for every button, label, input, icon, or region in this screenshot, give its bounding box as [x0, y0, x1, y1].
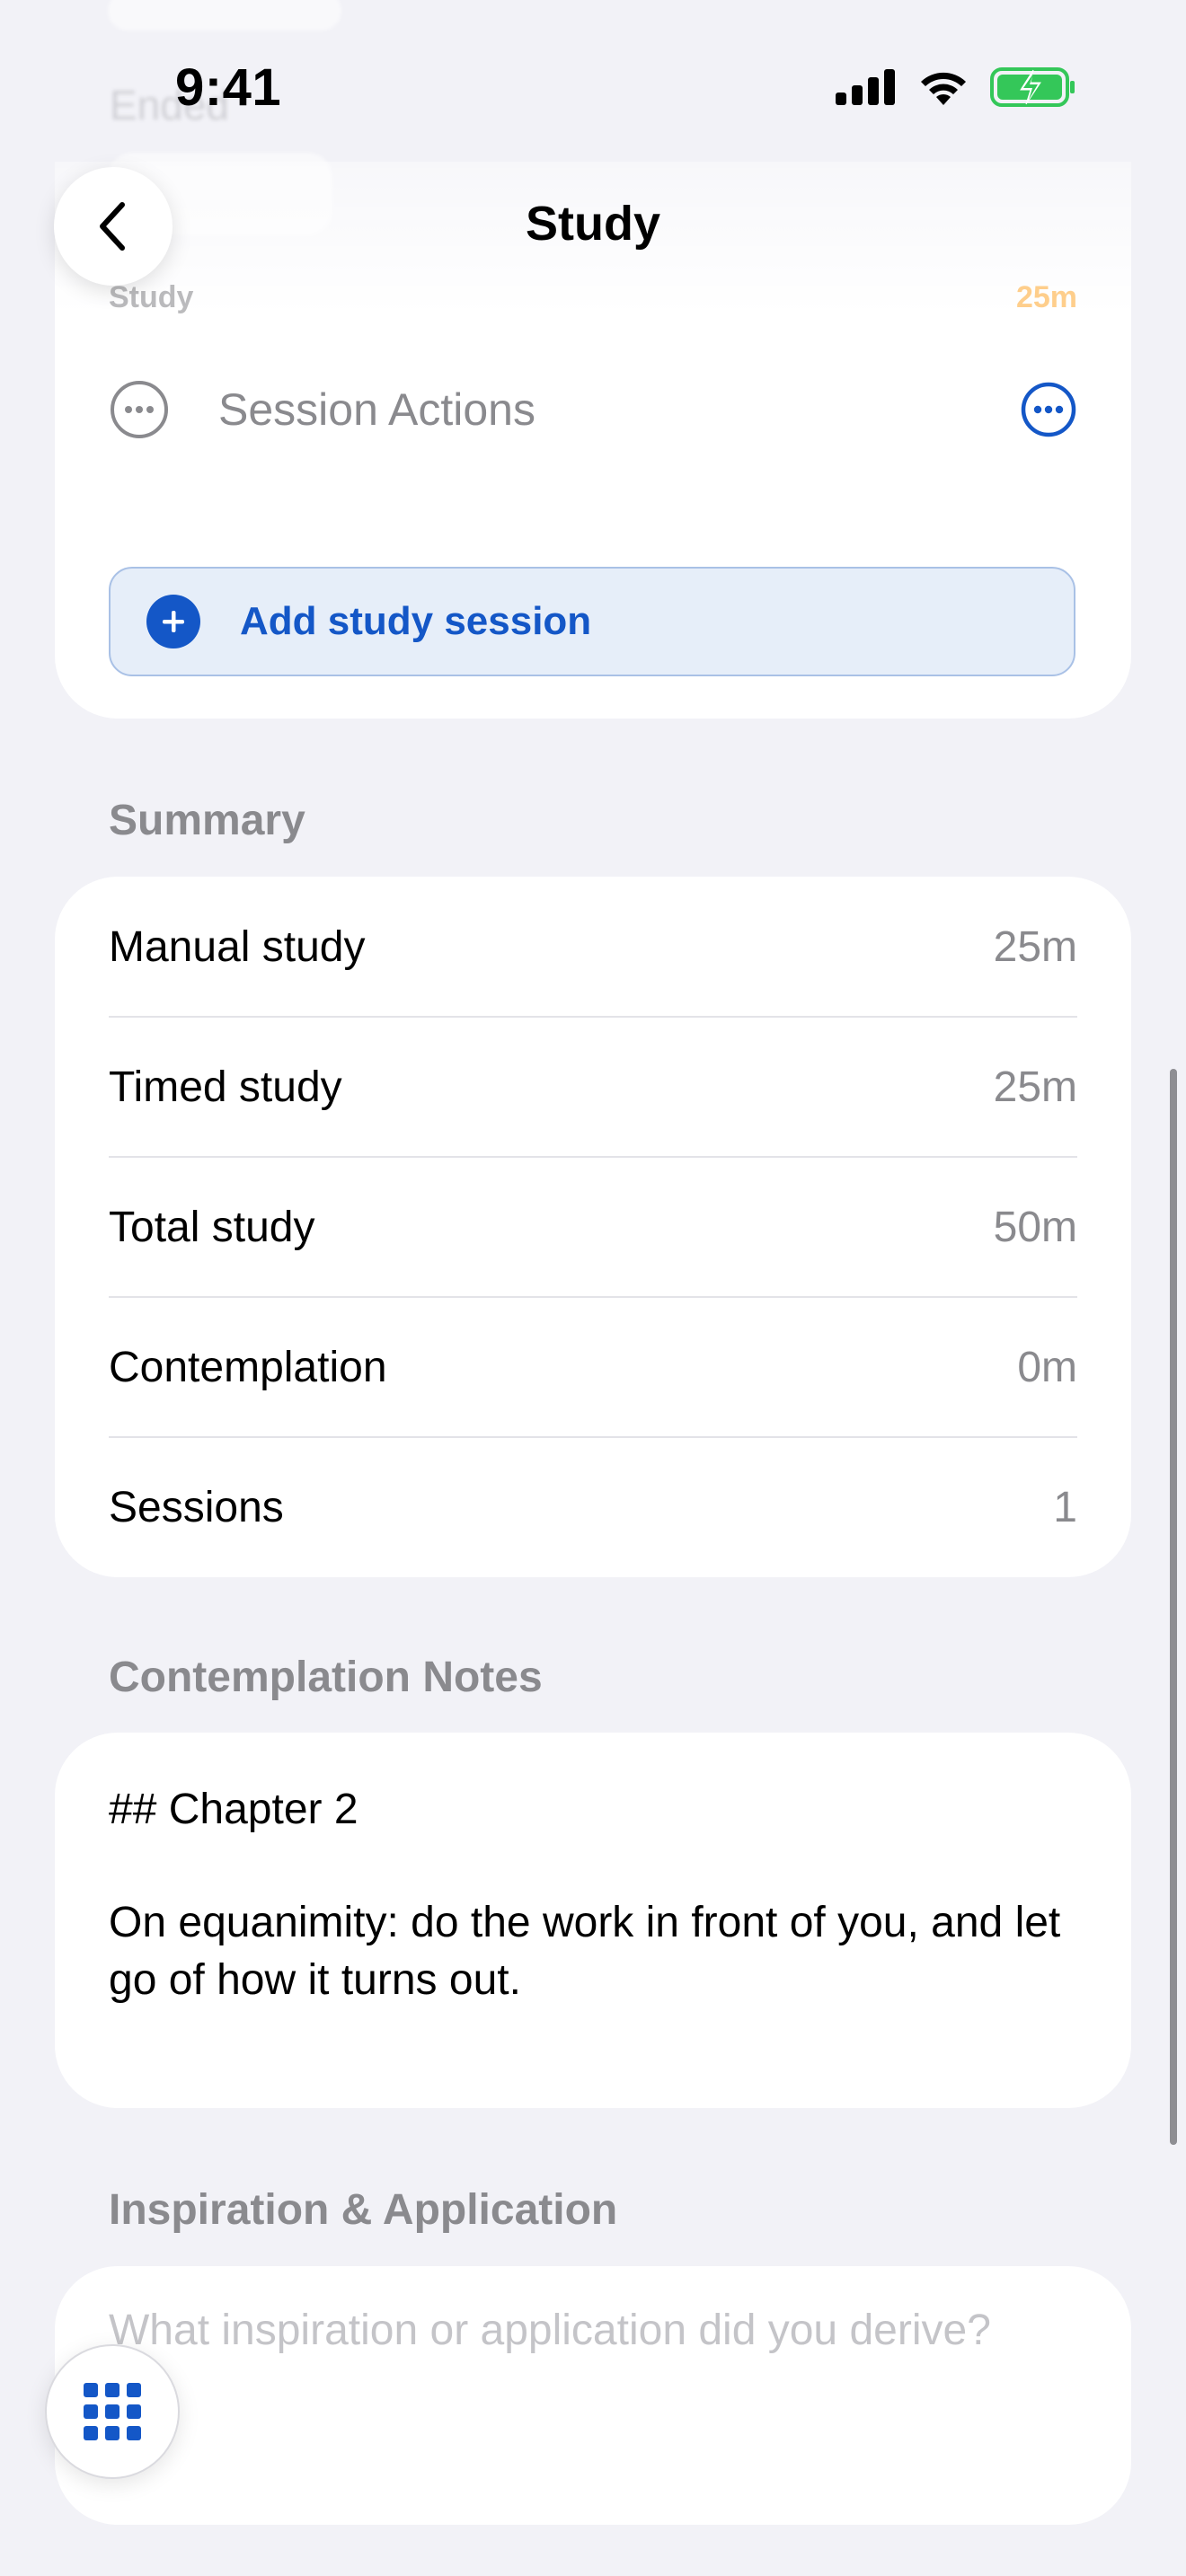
- grid-icon: [84, 2383, 141, 2440]
- summary-row-contemplation: Contemplation 0m: [109, 1297, 1077, 1437]
- page-title: Study: [525, 197, 660, 251]
- summary-value: 25m: [993, 922, 1077, 971]
- summary-label: Manual study: [109, 922, 366, 971]
- inspiration-field[interactable]: What inspiration or application did you …: [55, 2266, 1131, 2525]
- status-time: 9:41: [175, 58, 282, 117]
- summary-label: Timed study: [109, 1063, 342, 1111]
- summary-label: Sessions: [109, 1483, 284, 1531]
- inspiration-placeholder: What inspiration or application did you …: [109, 2307, 991, 2354]
- faded-session-value: 25m: [1015, 280, 1077, 314]
- summary-label: Contemplation: [109, 1343, 387, 1391]
- summary-value: 50m: [993, 1203, 1077, 1251]
- contemplation-notes-header: Contemplation Notes: [109, 1654, 543, 1701]
- summary-row-total: Total study 50m: [109, 1157, 1077, 1297]
- grid-menu-button[interactable]: [45, 2344, 180, 2479]
- battery-charging-icon: [990, 67, 1075, 107]
- scroll-indicator[interactable]: [1170, 1069, 1177, 2145]
- summary-header: Summary: [109, 797, 305, 844]
- summary-value: 0m: [1017, 1343, 1077, 1391]
- faded-session-label: Study: [109, 280, 194, 314]
- summary-label: Total study: [109, 1203, 315, 1251]
- cellular-signal-icon: [836, 69, 895, 105]
- summary-row-timed: Timed study 25m: [109, 1017, 1077, 1157]
- ellipsis-circle-icon: [111, 381, 168, 438]
- notes-heading-text: ## Chapter 2: [109, 1786, 358, 1833]
- notes-body-text: On equanimity: do the work in front of y…: [109, 1899, 1061, 2004]
- session-actions-label: Session Actions: [218, 384, 535, 435]
- status-icons: [836, 65, 1076, 110]
- summary-row-sessions: Sessions 1: [109, 1437, 1077, 1577]
- summary-row-manual: Manual study 25m: [109, 877, 1077, 1017]
- summary-card: Manual study 25m Timed study 25m Total s…: [55, 877, 1131, 1577]
- inspiration-header: Inspiration & Application: [109, 2186, 618, 2234]
- contemplation-notes-field[interactable]: ## Chapter 2 On equanimity: do the work …: [55, 1733, 1131, 2108]
- add-study-session-label: Add study session: [240, 599, 592, 643]
- session-actions-row[interactable]: Session Actions: [109, 377, 1077, 442]
- session-actions-more-icon[interactable]: [1020, 381, 1077, 438]
- plus-circle-icon: [146, 595, 200, 648]
- ghost-time-pill: [108, 0, 341, 31]
- summary-value: 25m: [993, 1063, 1077, 1111]
- add-study-session-button[interactable]: Add study session: [109, 567, 1075, 676]
- summary-value: 1: [1053, 1483, 1077, 1531]
- wifi-icon: [921, 72, 966, 105]
